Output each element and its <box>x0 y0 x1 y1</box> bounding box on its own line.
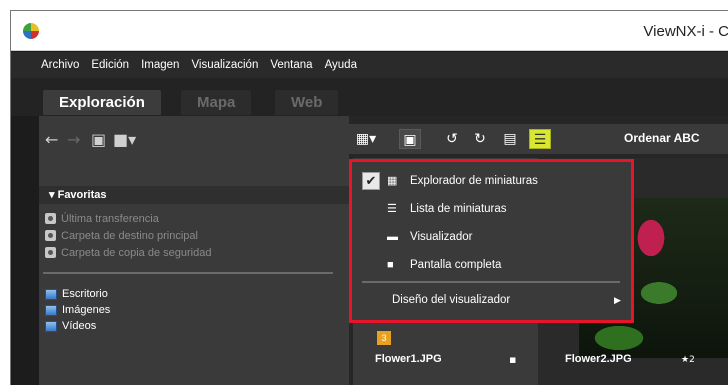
application-window: ViewNX-i - C Archivo Edición Imagen Visu… <box>10 10 728 385</box>
menu-visualizacion[interactable]: Visualización <box>191 59 258 71</box>
collapse-triangle-icon: ▾ <box>49 189 55 201</box>
forward-arrow-icon[interactable]: → <box>67 130 80 150</box>
menu-archivo[interactable]: Archivo <box>41 59 79 71</box>
fit-view-icon[interactable]: ▣ <box>399 129 421 149</box>
menu-item-label: Diseño del visualizador <box>392 294 511 306</box>
hierarchy-icon[interactable]: ☰ <box>529 129 551 149</box>
videos-folder-icon <box>45 320 57 332</box>
list-icon: ☰ <box>387 203 397 215</box>
view-mode-dropdown-icon[interactable]: ▦▾ <box>355 129 377 149</box>
grid-icon: ▦ <box>387 175 398 187</box>
panel-divider <box>43 272 333 274</box>
camera-folder-icon <box>45 247 56 258</box>
camera-folder-icon <box>45 213 56 224</box>
workspace-tabs: Exploración Mapa Web <box>11 78 728 116</box>
place-item-escritorio[interactable]: Escritorio <box>45 286 110 302</box>
place-label: Imágenes <box>62 304 111 316</box>
menu-ventana[interactable]: Ventana <box>270 59 312 71</box>
pictures-folder-icon <box>45 304 57 316</box>
fullscreen-icon: ■ <box>387 259 394 271</box>
menu-item-lista-miniaturas[interactable]: ☰ Lista de miniaturas <box>352 196 631 222</box>
navigation-panel: ← → ▣ ■▾ ▾ Favoritas Última transferenci… <box>39 116 349 385</box>
menu-item-label: Lista de miniaturas <box>410 203 507 215</box>
back-arrow-icon[interactable]: ← <box>45 130 58 150</box>
title-bar: ViewNX-i - C <box>11 11 728 51</box>
favorite-label: Última transferencia <box>61 212 159 225</box>
rotate-left-icon[interactable]: ↺ <box>441 129 463 149</box>
submenu-arrow-icon: ▶ <box>614 294 621 305</box>
favorites-header[interactable]: ▾ Favoritas <box>39 186 349 204</box>
favorite-item[interactable]: Carpeta de copia de seguridad <box>45 244 211 261</box>
checkmark-icon: ✔ <box>362 172 380 190</box>
thumbnail-filename: Flower1.JPG <box>375 353 442 365</box>
view-toolbar: ▦▾ ▣ ↺ ↻ ▤ ☰ Ordenar ABC <box>349 124 728 154</box>
add-favorite-icon[interactable]: ■▾ <box>113 130 136 150</box>
menu-separator <box>362 281 620 283</box>
menu-item-pantalla-completa[interactable]: ■ Pantalla completa <box>352 252 631 278</box>
folder-up-icon[interactable]: ▣ <box>91 130 106 150</box>
places-list: Escritorio Imágenes Vídeos <box>45 286 110 334</box>
menu-imagen[interactable]: Imagen <box>141 59 179 71</box>
favorite-label: Carpeta de copia de seguridad <box>61 246 212 259</box>
favorites-list: Última transferencia Carpeta de destino … <box>45 210 211 261</box>
menu-item-explorador-miniaturas[interactable]: ✔ ▦ Explorador de miniaturas <box>352 168 631 194</box>
menu-item-label: Visualizador <box>410 231 473 243</box>
tab-exploracion[interactable]: Exploración <box>43 90 161 115</box>
menu-item-label: Pantalla completa <box>410 259 502 271</box>
thumbnail-filename: Flower2.JPG <box>565 353 632 365</box>
favorite-item[interactable]: Última transferencia <box>45 210 211 227</box>
nav-toolbar: ← → ▣ ■▾ <box>39 130 349 154</box>
rating-label: ★2 <box>681 355 695 365</box>
menu-item-diseno-visualizador[interactable]: Diseño del visualizador ▶ <box>352 287 631 313</box>
menu-item-visualizador[interactable]: ▬ Visualizador <box>352 224 631 250</box>
tab-mapa[interactable]: Mapa <box>181 90 252 115</box>
viewer-icon: ▬ <box>387 231 398 243</box>
compare-icon[interactable]: ▤ <box>499 129 521 149</box>
menu-item-label: Explorador de miniaturas <box>410 175 538 187</box>
viewnx-app-icon <box>23 23 39 39</box>
menu-bar: Archivo Edición Imagen Visualización Ven… <box>11 52 728 78</box>
place-label: Vídeos <box>62 320 97 332</box>
favorites-header-label: Favoritas <box>57 189 107 201</box>
sort-label[interactable]: Ordenar ABC <box>624 131 700 145</box>
desktop-icon <box>45 288 57 300</box>
menu-edicion[interactable]: Edición <box>91 59 129 71</box>
view-mode-menu: ✔ ▦ Explorador de miniaturas ☰ Lista de … <box>352 162 631 320</box>
protect-dot-icon: ▪ <box>509 353 517 366</box>
label-badge: 3 <box>377 331 391 345</box>
favorite-item[interactable]: Carpeta de destino principal <box>45 227 211 244</box>
place-item-imagenes[interactable]: Imágenes <box>45 302 110 318</box>
tab-web[interactable]: Web <box>275 90 339 115</box>
camera-folder-icon <box>45 230 56 241</box>
place-label: Escritorio <box>62 288 108 300</box>
window-title: ViewNX-i - C <box>643 23 728 40</box>
place-item-videos[interactable]: Vídeos <box>45 318 110 334</box>
menu-ayuda[interactable]: Ayuda <box>325 59 357 71</box>
favorite-label: Carpeta de destino principal <box>61 229 198 242</box>
rotate-right-icon[interactable]: ↻ <box>469 129 491 149</box>
